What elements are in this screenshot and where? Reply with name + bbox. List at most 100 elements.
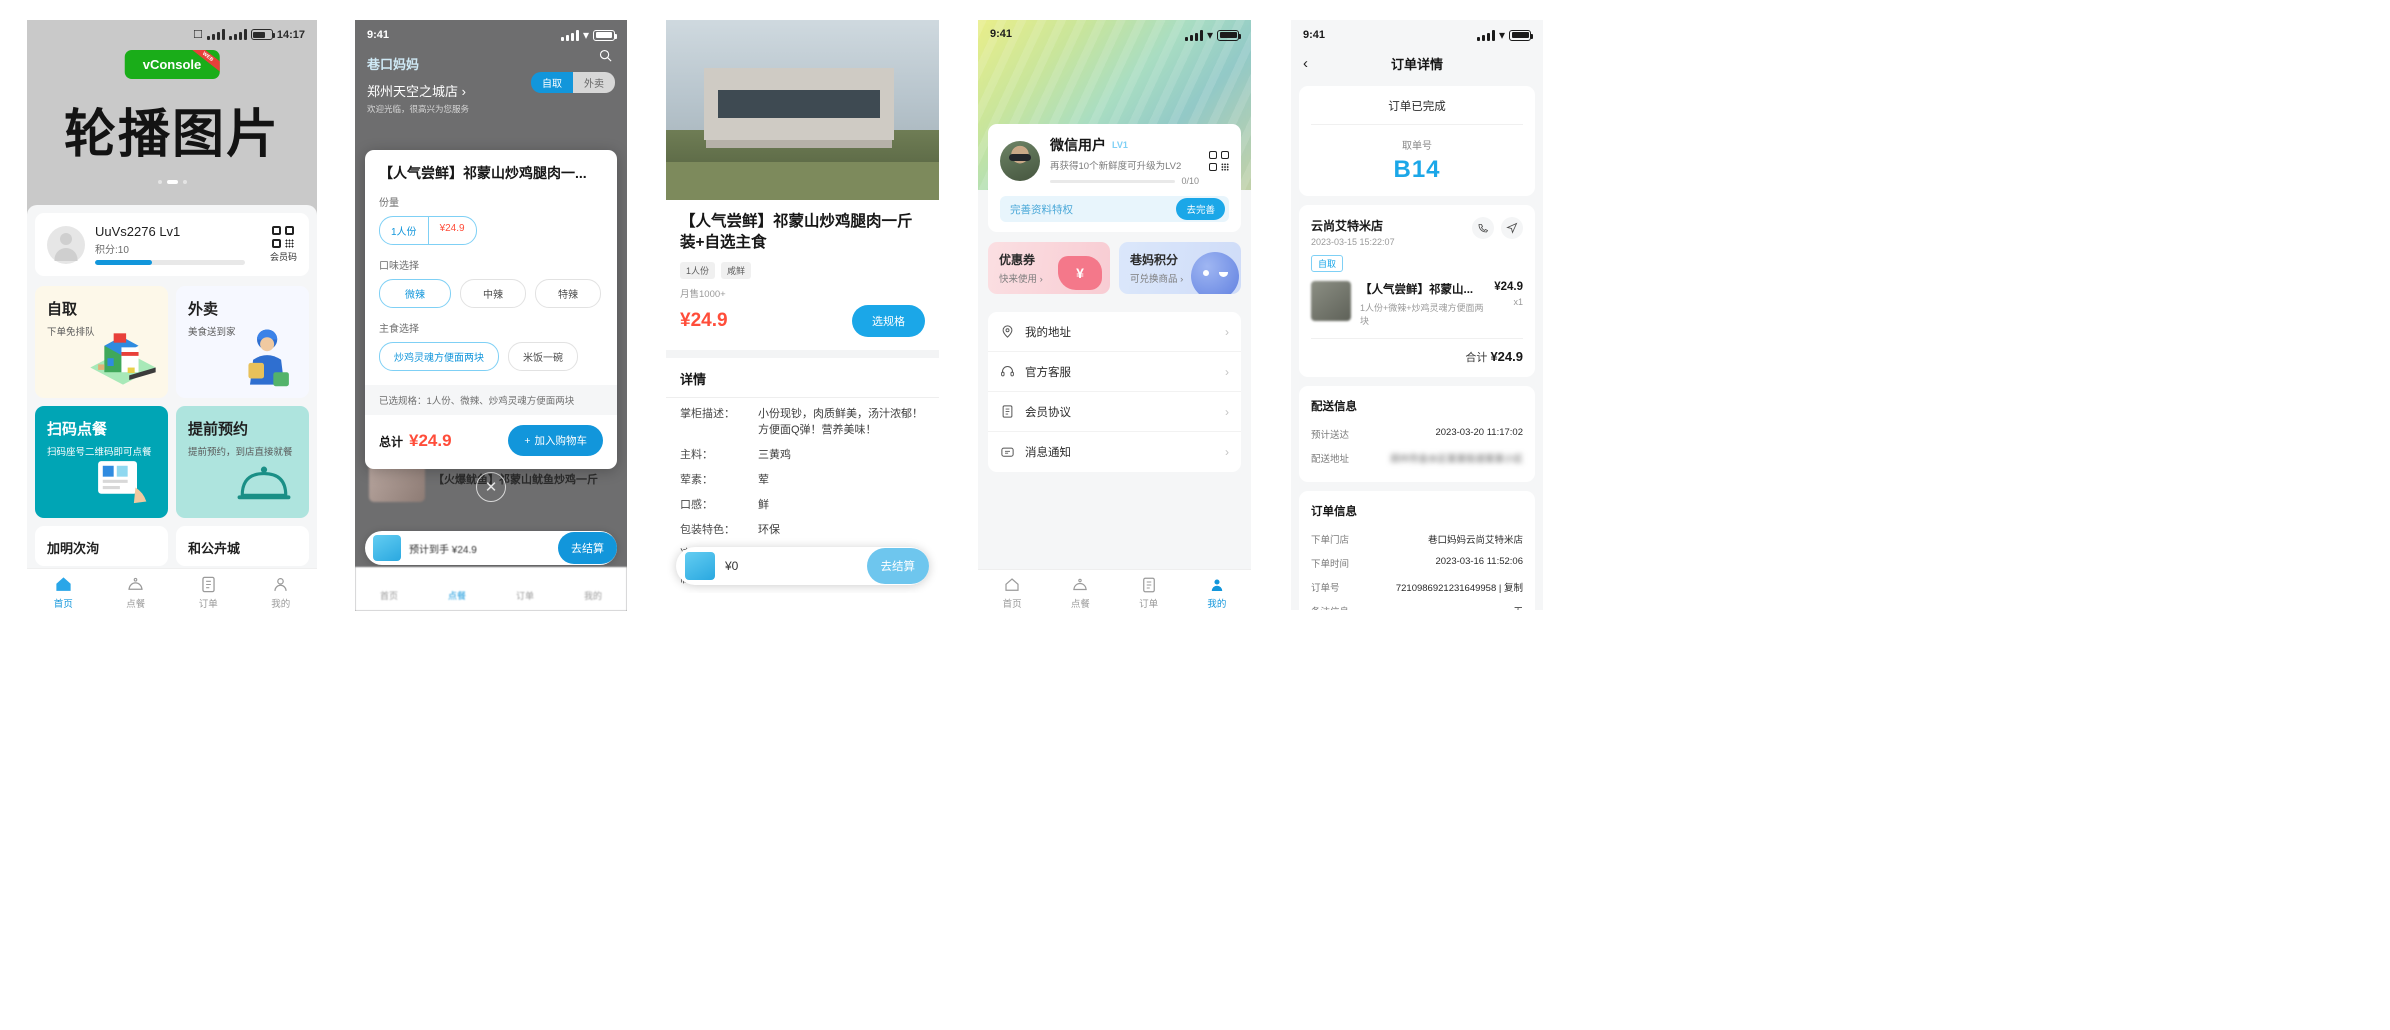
spec-group-staple: 主食选择 炒鸡灵魂方便面两块 米饭一碗	[365, 308, 617, 372]
p2-status-bar: 9:41 ▾	[367, 28, 617, 42]
chip-spice-hot[interactable]: 特辣	[535, 279, 601, 309]
chip-row: 1人份 ¥24.9	[379, 216, 603, 246]
order-status-card: 订单已完成 取单号 B14	[1299, 86, 1535, 196]
signal-icon	[1184, 29, 1203, 41]
tab-home[interactable]: 首页	[355, 567, 423, 611]
entry-card-pickup[interactable]: 自取 下单免排队	[35, 286, 168, 398]
user-info: UuVs2276 Lv1 积分:10	[95, 224, 260, 265]
detail-key: 荤素：	[680, 473, 713, 486]
carousel-dot[interactable]	[157, 180, 162, 184]
tab-orders[interactable]: 订单	[491, 567, 559, 611]
chip-spice-mild[interactable]: 微辣	[379, 279, 451, 309]
delivery-info-card: 配送信息 预计送达 2023-03-20 11:17:02 配送地址 郑州市金水…	[1299, 386, 1535, 482]
info-key: 下单门店	[1311, 535, 1350, 546]
detail-key: 口感：	[680, 498, 713, 511]
menu-item-address[interactable]: 我的地址 ›	[988, 312, 1241, 352]
entry-title: 外卖	[188, 301, 219, 318]
checkout-button[interactable]: 去结算	[866, 548, 929, 584]
entry-card-reserve[interactable]: 提前预约 提前预约，到店直接就餐	[176, 406, 309, 518]
tab-orders[interactable]: 订单	[172, 569, 245, 616]
tab-order-food[interactable]: 点餐	[100, 569, 173, 616]
tab-order-food[interactable]: 点餐	[1046, 570, 1114, 615]
close-icon[interactable]: ✕	[476, 472, 506, 502]
item-qty: x1	[1513, 297, 1523, 307]
info-row-order-number[interactable]: 订单号 7210986921231649958 | 复制	[1311, 575, 1523, 599]
tab-profile[interactable]: 我的	[245, 569, 318, 616]
carousel-dot-active[interactable]	[166, 180, 178, 184]
tab-profile[interactable]: 我的	[559, 567, 627, 611]
chip-spice-medium[interactable]: 中辣	[460, 279, 526, 309]
tab-order-food[interactable]: 点餐	[423, 567, 491, 611]
menu-item-notification[interactable]: 消息通知 ›	[988, 432, 1241, 472]
order-total-row: 合计 ¥24.9	[1311, 338, 1523, 365]
user-row[interactable]: 微信用户 LV1 再获得10个新鲜度可升级为LV2 0/10	[1000, 135, 1229, 186]
entry-card-delivery[interactable]: 外卖 美食送到家	[176, 286, 309, 398]
points-blob-icon	[1191, 252, 1239, 294]
info-key: 备注信息	[1311, 604, 1349, 610]
screenshot-stage: ☐ 14:17 vConsole WEB 轮播图片 UuVs2276 Lv1 积…	[0, 0, 2390, 1030]
info-row: 预计送达 2023-03-20 11:17:02	[1311, 422, 1523, 446]
avatar	[47, 225, 85, 264]
carousel-dots[interactable]	[27, 180, 317, 184]
entry-card-scan-order[interactable]: 扫码点餐 扫码座号二维码即可点餐	[35, 406, 168, 518]
menu-item-support[interactable]: 官方客服 ›	[988, 352, 1241, 392]
info-key: 下单时间	[1311, 559, 1350, 570]
menu-item-agreement[interactable]: 会员协议 ›	[988, 392, 1241, 432]
product-price: ¥24.9	[680, 309, 728, 331]
chevron-left-icon[interactable]: ‹	[1303, 55, 1308, 72]
entry-card-extra-2[interactable]: 和公卉城	[176, 526, 309, 566]
segment-pickup[interactable]: 自取	[531, 72, 573, 93]
checkout-button[interactable]: 去结算	[558, 532, 617, 564]
tab-profile[interactable]: 我的	[1183, 570, 1251, 615]
cart-total: ¥0	[725, 559, 739, 573]
tab-home[interactable]: 首页	[978, 570, 1046, 615]
menu-label: 官方客服	[1025, 366, 1071, 379]
detail-key: 掌柜描述：	[680, 407, 735, 420]
chip-staple-rice[interactable]: 米饭一碗	[508, 342, 578, 372]
cart-icon[interactable]	[685, 552, 715, 580]
chip-staple-noodle[interactable]: 炒鸡灵魂方便面两块	[379, 342, 499, 372]
bell-icon	[237, 466, 291, 500]
entry-card-extra-1[interactable]: 加明次泃	[35, 526, 168, 566]
person-icon	[274, 578, 287, 591]
chevron-right-icon: ›	[1225, 404, 1229, 419]
points-card[interactable]: 巷妈积分 可兑换商品 ›	[1119, 242, 1241, 294]
phone-icon[interactable]	[1472, 217, 1494, 239]
chip-portion-1[interactable]: 1人份 ¥24.9	[379, 216, 477, 246]
coupon-card[interactable]: 优惠券 快来使用 › ¥	[988, 242, 1110, 294]
segment-delivery[interactable]: 外卖	[573, 72, 615, 93]
tab-orders[interactable]: 订单	[1115, 570, 1183, 615]
spec-group-spice: 口味选择 微辣 中辣 特辣	[365, 245, 617, 309]
battery-icon	[250, 29, 275, 40]
search-icon[interactable]	[598, 48, 613, 68]
choose-spec-button[interactable]: 选规格	[852, 304, 925, 337]
info-value[interactable]: 7210986921231649958 | 复制	[1396, 580, 1523, 594]
carousel-dot[interactable]	[182, 180, 187, 184]
battery-icon	[593, 29, 617, 41]
user-card[interactable]: UuVs2276 Lv1 积分:10 会员码	[35, 213, 309, 276]
member-qr-icon[interactable]	[1209, 150, 1229, 171]
user-name: 微信用户	[1050, 137, 1106, 153]
tab-label: 我的	[271, 599, 291, 610]
chevron-right-icon: ›	[1225, 445, 1229, 459]
navigate-icon[interactable]	[1501, 217, 1523, 239]
tab-home[interactable]: 首页	[27, 569, 100, 616]
tab-label: 首页	[53, 599, 73, 610]
signal-icon	[1476, 29, 1495, 41]
phone-3-product-detail: 【人气尝鲜】祁蒙山炒鸡腿肉一斤装+自选主食 1人份 咸鲜 月售1000+ ¥24…	[666, 20, 939, 593]
total-label: 总计	[379, 434, 404, 449]
banner-title: 轮播图片	[63, 106, 280, 164]
user-meta: 微信用户 LV1 再获得10个新鲜度可升级为LV2 0/10	[1050, 135, 1199, 186]
add-to-cart-button[interactable]: + 加入购物车	[508, 425, 603, 457]
perk-button[interactable]: 去完善	[1176, 198, 1225, 220]
shop-actions	[1472, 217, 1523, 239]
cart-icon	[373, 535, 401, 561]
vconsole-button[interactable]: vConsole WEB	[124, 50, 220, 79]
delivery-rider-icon	[248, 329, 289, 387]
lawn-foreground	[666, 162, 939, 200]
member-code-button[interactable]: 会员码	[270, 226, 297, 263]
p4-tab-bar: 首页 点餐 订单 我的	[978, 569, 1251, 615]
person-icon	[1211, 578, 1223, 591]
total-block: 总计 ¥24.9	[379, 431, 452, 451]
profile-perk-banner[interactable]: 完善资料特权 去完善	[1000, 196, 1229, 222]
